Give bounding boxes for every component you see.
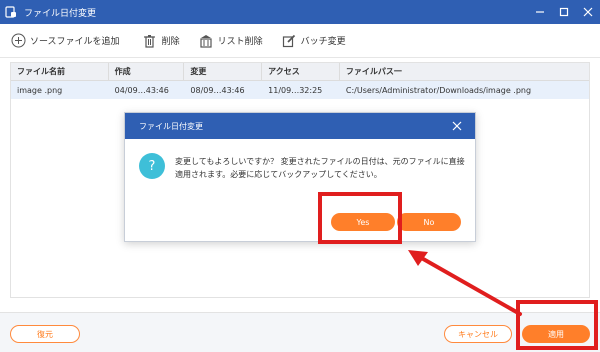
no-button[interactable]: No <box>397 213 461 231</box>
plus-circle-icon <box>10 33 26 49</box>
confirm-dialog: ファイル日付変更 ? 変更してもよろしいですか？ 変更されたファイルの日付は、元… <box>124 112 476 242</box>
trash-icon <box>142 33 158 49</box>
dialog-title-bar: ファイル日付変更 <box>125 113 475 139</box>
maximize-icon[interactable] <box>552 0 576 24</box>
cell-created: 04/09…43:46 <box>114 85 169 95</box>
dialog-message: 変更してもよろしいですか？ 変更されたファイルの日付は、元のファイルに直接適用さ… <box>175 157 465 179</box>
cell-path: C:/Users/Administrator/Downloads/image .… <box>345 85 532 95</box>
add-source-label: ソースファイルを追加 <box>30 37 120 47</box>
edit-icon <box>281 33 297 49</box>
cancel-button[interactable]: キャンセル <box>444 325 512 343</box>
list-delete-button[interactable]: リスト削除 <box>198 29 271 53</box>
delete-label: 削除 <box>161 37 180 47</box>
restore-button[interactable]: 復元 <box>10 325 80 343</box>
list-delete-label: リスト削除 <box>217 37 263 47</box>
batch-change-label: バッチ変更 <box>300 37 346 47</box>
column-header-accessed[interactable]: アクセス <box>262 63 340 80</box>
question-icon: ? <box>139 153 165 179</box>
yes-highlight-box <box>318 192 402 244</box>
footer-bar: 復元 キャンセル 適用 <box>0 312 600 352</box>
column-header-path[interactable]: ファイルパス一 <box>340 63 589 80</box>
minimize-icon[interactable] <box>528 0 552 24</box>
column-header-created[interactable]: 作成 <box>109 63 185 80</box>
dialog-close-icon[interactable] <box>449 118 465 134</box>
table-header: ファイル名前 作成 変更 アクセス ファイルパス一 <box>11 63 589 81</box>
column-header-name[interactable]: ファイル名前 <box>11 63 109 80</box>
batch-change-button[interactable]: バッチ変更 <box>281 29 354 53</box>
toolbar: ソースファイルを追加 削除 リスト削除 バッチ変更 <box>0 24 600 58</box>
cell-modified: 08/09…43:46 <box>190 85 245 95</box>
apply-highlight-box <box>516 300 598 350</box>
dialog-title: ファイル日付変更 <box>139 121 203 131</box>
close-icon[interactable] <box>576 0 600 24</box>
cell-name: image .png <box>17 85 63 95</box>
app-window: ファイル日付変更 ソースファイルを追加 削除 リスト削除 バッチ変更 ファイル名… <box>0 0 600 352</box>
cell-accessed: 11/09…32:25 <box>268 85 323 95</box>
add-source-button[interactable]: ソースファイルを追加 <box>10 29 128 53</box>
delete-button[interactable]: 削除 <box>142 29 188 53</box>
table-row[interactable]: image .png 04/09…43:46 08/09…43:46 11/09… <box>11 81 589 99</box>
title-bar: ファイル日付変更 <box>0 0 600 24</box>
window-title: ファイル日付変更 <box>24 8 97 19</box>
list-delete-icon <box>198 33 214 49</box>
column-header-modified[interactable]: 変更 <box>184 63 263 80</box>
app-icon <box>4 5 18 19</box>
